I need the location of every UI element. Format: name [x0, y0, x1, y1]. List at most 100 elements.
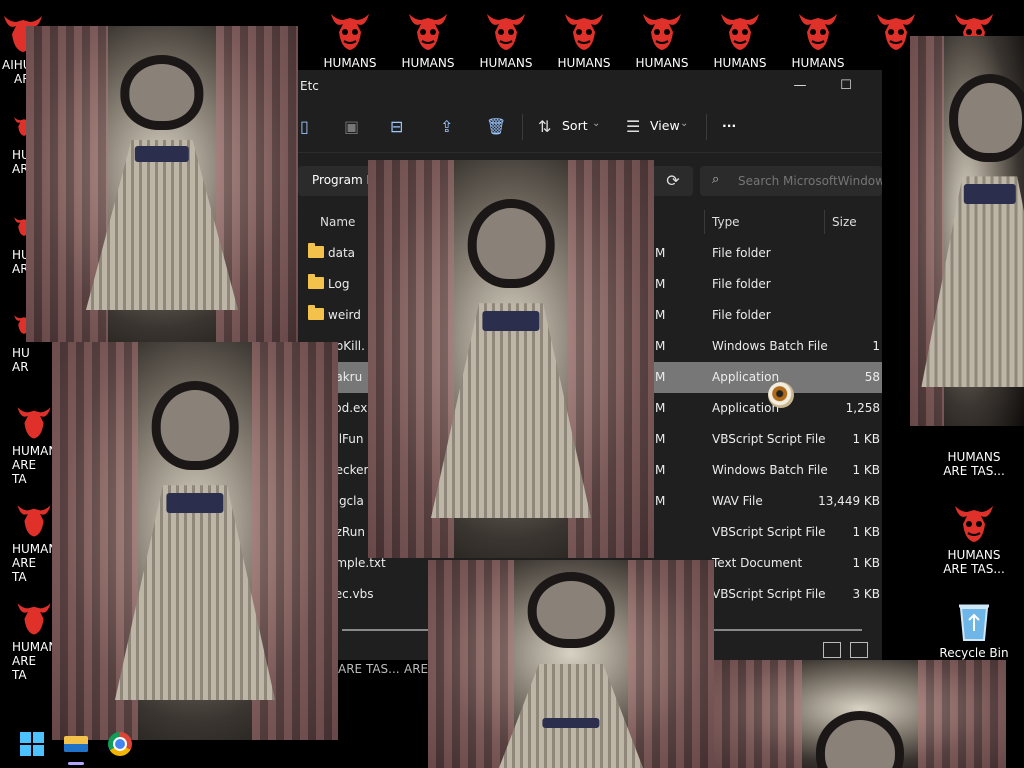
demon-face-icon: [409, 14, 447, 50]
desktop-icon-humans[interactable]: HUMANS ARE TAS...: [936, 500, 1012, 576]
file-date-fragment: M: [655, 246, 666, 260]
search-input[interactable]: [736, 171, 882, 191]
desktop-icon-label: ARE: [404, 662, 429, 676]
window-title: Etc: [300, 79, 319, 93]
file-explorer-icon[interactable]: [64, 732, 88, 765]
chrome-icon[interactable]: [108, 732, 132, 756]
column-divider[interactable]: [704, 210, 705, 234]
desktop-icon-humans[interactable]: HUMAN ARE TA: [0, 598, 58, 682]
breadcrumb[interactable]: Program F: [312, 173, 373, 187]
maximize-button[interactable]: ☐: [836, 76, 856, 96]
desktop-icon-label: HUMAN: [12, 640, 58, 654]
eyeball-cursor-icon: [768, 382, 794, 408]
sort-icon: ⇅: [538, 117, 552, 136]
file-size: 1,258: [845, 401, 880, 415]
chevron-down-icon: ⌄: [592, 118, 601, 129]
demon-face-icon: [643, 14, 681, 50]
desktop-icon-label: HUMAN: [12, 444, 58, 458]
recycle-bin[interactable]: Recycle Bin: [936, 598, 1012, 660]
title-bar[interactable]: Etc — ☐: [298, 70, 882, 102]
toolbar-divider: [522, 114, 523, 140]
desktop-icon-label: ARE TAS...: [338, 662, 400, 676]
file-name: weird: [328, 308, 361, 322]
creepy-doll-image: [368, 160, 654, 558]
column-header-type[interactable]: Type: [712, 215, 740, 229]
file-type: Windows Batch File: [712, 463, 828, 477]
windows-start-icon[interactable]: [20, 732, 44, 756]
file-date-fragment: M: [655, 277, 666, 291]
file-type: VBScript Script File: [712, 587, 826, 601]
file-date-fragment: M: [655, 463, 666, 477]
file-type: File folder: [712, 246, 771, 260]
desktop-icon-label: HUMANS: [635, 56, 689, 70]
file-type: VBScript Script File: [712, 525, 826, 539]
column-header-name[interactable]: Name: [320, 215, 355, 229]
demon-face-icon: [17, 603, 51, 635]
desktop-icon-humans[interactable]: HUMANS: [468, 8, 544, 70]
search-icon: ⌕: [712, 172, 720, 187]
file-size: 1 KB: [852, 556, 880, 570]
refresh-icon[interactable]: ⟳: [658, 166, 688, 196]
file-type: File folder: [712, 308, 771, 322]
more-options-button[interactable]: ···: [722, 118, 736, 133]
copy-icon[interactable]: ▯: [300, 116, 309, 138]
desktop-icon-humans[interactable]: HUMAN ARE TA: [0, 402, 58, 486]
desktop-icon-label: HUMANS: [791, 56, 845, 70]
file-size: 1: [872, 339, 880, 353]
sort-label: Sort: [562, 118, 588, 133]
desktop-icon-label: HUMANS ARE TAS...: [943, 450, 1005, 478]
column-header-size[interactable]: Size: [832, 215, 857, 229]
desktop-icon-label: ARE TA: [12, 556, 37, 584]
rename-icon[interactable]: ⊟: [390, 116, 403, 138]
demon-face-icon: [331, 14, 369, 50]
file-size: 1 KB: [852, 525, 880, 539]
delete-icon[interactable]: 🗑: [486, 116, 506, 138]
recycle-bin-label: Recycle Bin: [939, 646, 1009, 660]
demon-face-icon: [565, 14, 603, 50]
share-icon[interactable]: ⇪: [440, 116, 453, 138]
details-view-icon[interactable]: [822, 642, 841, 658]
desktop-icon-humans[interactable]: HUMANS: [390, 8, 466, 70]
demon-face-icon: [799, 14, 837, 50]
file-date-fragment: M: [655, 370, 666, 384]
file-type: File folder: [712, 277, 771, 291]
file-type: Windows Batch File: [712, 339, 828, 353]
desktop-icon-label: HUMANS: [713, 56, 767, 70]
folder-icon: [308, 305, 324, 320]
desktop-icon-humans[interactable]: HUMANS: [702, 8, 778, 70]
search-box[interactable]: ⌕: [700, 166, 882, 196]
command-bar: ▯ ▣ ⊟ ⇪ 🗑 ⇅ Sort ⌄ ☰ View ⌄ ···: [298, 102, 882, 153]
desktop-icon-label: HUMANS: [323, 56, 377, 70]
desktop-icon-humans[interactable]: HUMANS: [624, 8, 700, 70]
file-size: 58: [864, 370, 880, 384]
desktop-icon-label: HUMANS: [557, 56, 611, 70]
desktop-icon-humans[interactable]: HUMANS: [312, 8, 388, 70]
file-size: 3 KB: [852, 587, 880, 601]
creepy-doll-image: [26, 26, 298, 342]
chevron-down-icon: ⌄: [680, 118, 689, 129]
desktop-icon-humans[interactable]: HUMAN ARE TA: [0, 500, 58, 584]
tiles-view-icon[interactable]: [850, 642, 868, 658]
folder-icon: [308, 274, 324, 289]
desktop-icon-label: ARE TA: [12, 458, 37, 486]
paste-icon[interactable]: ▣: [344, 116, 359, 138]
file-date-fragment: M: [655, 339, 666, 353]
desktop-icon-label: HUMANS: [401, 56, 455, 70]
column-divider[interactable]: [824, 210, 825, 234]
desktop-icon-label: HUMANS: [479, 56, 533, 70]
demon-face-icon: [955, 506, 993, 542]
file-date-fragment: M: [655, 432, 666, 446]
desktop-icon-label: HU: [12, 346, 30, 360]
desktop-icon-label: HUMANS ARE TAS...: [943, 548, 1005, 576]
desktop-icon-humans[interactable]: HUMANS: [546, 8, 622, 70]
demon-face-icon: [17, 505, 51, 537]
file-size: 1 KB: [852, 432, 880, 446]
creepy-doll-image: [52, 342, 338, 740]
minimize-button[interactable]: —: [790, 76, 810, 96]
view-label: View: [650, 118, 680, 133]
desktop-icon-label: HUMAN: [12, 542, 58, 556]
desktop-icon-humans[interactable]: HUMANS: [780, 8, 856, 70]
file-name: data: [328, 246, 356, 260]
demon-face-icon: [487, 14, 525, 50]
file-date-fragment: M: [655, 494, 666, 508]
